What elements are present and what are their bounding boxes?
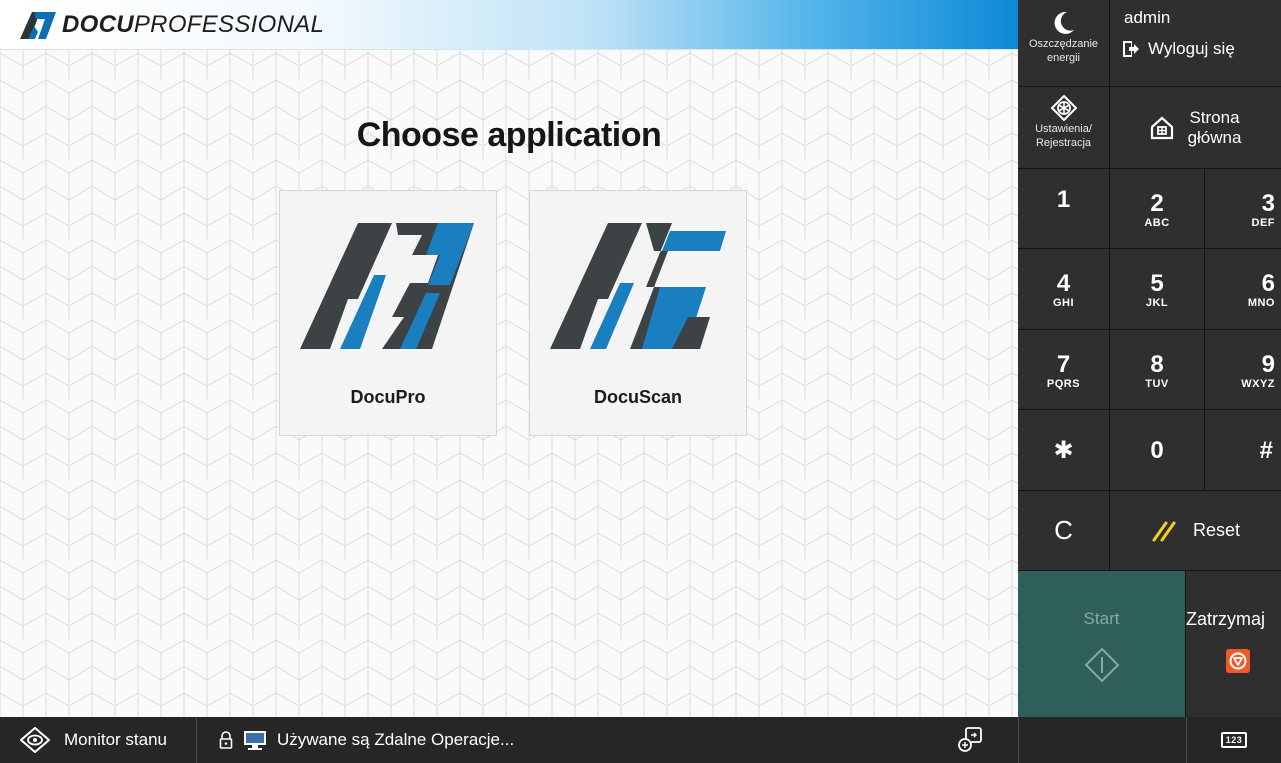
start-label: Start <box>1083 609 1120 628</box>
hex-cube-background-pattern <box>0 0 1018 717</box>
key-number: 9 <box>1261 351 1275 378</box>
key-number: 6 <box>1261 270 1275 297</box>
status-monitor-button[interactable]: Monitor stanu <box>0 717 197 763</box>
key-1[interactable]: 1 <box>1018 169 1110 249</box>
key-number: ✱ <box>1053 437 1074 464</box>
keypad-toggle-button[interactable]: 123 <box>1187 717 1281 763</box>
eye-diamond-icon <box>20 727 50 753</box>
status-message: Używane są Zdalne Operacje... <box>197 717 922 763</box>
reset-slash-icon <box>1152 521 1176 541</box>
home-button[interactable]: Strona główna <box>1110 87 1281 169</box>
status-bar: Monitor stanu Używane są Zdalne Operacje… <box>0 717 1281 763</box>
key-letters: JKL <box>1145 297 1169 309</box>
home-label-1: Strona <box>1189 107 1240 127</box>
settings-icon <box>1050 95 1077 121</box>
stop-icon <box>1226 649 1250 673</box>
keypad-icon: 123 <box>1220 732 1248 748</box>
brand-name: DOCUPROFESSIONAL <box>62 12 324 38</box>
key-letters: PQRS <box>1046 378 1081 390</box>
key-number: 3 <box>1261 190 1275 217</box>
key-letters: GHI <box>1052 297 1075 309</box>
logout-icon <box>1123 41 1139 57</box>
control-panel: Oszczędzanie energii admin Wyloguj się U… <box>1018 0 1281 717</box>
status-message-text: Używane są Zdalne Operacje... <box>277 730 515 749</box>
logout-label: Wyloguj się <box>1148 39 1235 58</box>
energy-saving-button[interactable]: Oszczędzanie energii <box>1018 0 1110 87</box>
key-4[interactable]: 4 GHI <box>1018 249 1110 330</box>
key-5[interactable]: 5 JKL <box>1110 249 1205 330</box>
key-letters: WXYZ <box>1241 378 1275 390</box>
app-tile-label: DocuScan <box>593 387 683 407</box>
key-number: 1 <box>1056 186 1071 213</box>
key-asterisk[interactable]: ✱ <box>1018 410 1110 491</box>
key-number: 0 <box>1150 437 1164 464</box>
stop-button[interactable]: Zatrzymaj <box>1186 571 1281 717</box>
key-9[interactable]: 9 WXYZ <box>1205 330 1281 410</box>
stop-label: Zatrzymaj <box>1186 609 1266 629</box>
reset-button[interactable]: Reset <box>1110 491 1281 571</box>
key-letters: TUV <box>1145 378 1169 390</box>
clear-button[interactable]: C <box>1018 491 1110 571</box>
page-title: Choose application <box>356 116 662 154</box>
user-box: admin Wyloguj się <box>1110 0 1281 87</box>
key-letters: DEF <box>1251 217 1275 229</box>
remote-screen-icon <box>244 731 266 750</box>
docuprofessional-logo-icon <box>20 12 56 39</box>
moon-icon <box>1054 11 1074 34</box>
brand-header: DOCUPROFESSIONAL <box>0 0 1018 50</box>
key-hash[interactable]: # <box>1205 410 1281 491</box>
key-number: 8 <box>1150 351 1164 378</box>
status-bar-divider <box>1018 717 1019 763</box>
reset-label: Reset <box>1192 520 1241 540</box>
home-icon <box>1150 116 1173 139</box>
key-3[interactable]: 3 DEF <box>1205 169 1281 249</box>
main-area: DOCUPROFESSIONAL Choose application Docu… <box>0 0 1018 717</box>
lock-icon <box>219 731 233 749</box>
brand-name-bold: DOCU <box>62 11 134 38</box>
key-6[interactable]: 6 MNO <box>1205 249 1281 330</box>
energy-saving-label-2: energii <box>1046 52 1081 64</box>
key-0[interactable]: 0 <box>1110 410 1205 491</box>
key-letters: ABC <box>1144 217 1170 229</box>
energy-saving-label-1: Oszczędzanie <box>1028 38 1099 50</box>
key-2[interactable]: 2 ABC <box>1110 169 1205 249</box>
settings-registration-button[interactable]: Ustawienia/ Rejestracja <box>1018 87 1110 169</box>
app-tile-docupro[interactable]: DocuPro <box>279 190 497 436</box>
settings-label-1: Ustawienia/ <box>1035 123 1092 135</box>
clear-label: C <box>1054 515 1073 545</box>
settings-label-2: Rejestracja <box>1035 137 1092 149</box>
key-8[interactable]: 8 TUV <box>1110 330 1205 410</box>
start-button[interactable]: Start <box>1018 571 1186 717</box>
docupro-logo-icon <box>300 223 474 349</box>
status-monitor-label: Monitor stanu <box>64 730 167 749</box>
remote-operation-button[interactable] <box>940 717 1000 763</box>
start-diamond-icon <box>1084 647 1119 683</box>
key-number: 5 <box>1150 270 1164 297</box>
brand-name-light: PROFESSIONAL <box>133 11 325 38</box>
home-label-2: główna <box>1187 127 1242 147</box>
key-number: 7 <box>1056 351 1071 378</box>
key-number: # <box>1259 437 1273 464</box>
key-number: 2 <box>1150 190 1164 217</box>
key-7[interactable]: 7 PQRS <box>1018 330 1110 410</box>
app-tile-docuscan[interactable]: DocuScan <box>529 190 747 436</box>
docuscan-logo-icon <box>550 223 726 349</box>
user-name: admin <box>1124 8 1171 27</box>
remote-operation-icon <box>958 727 982 752</box>
key-number: 4 <box>1056 270 1071 297</box>
key-letters: MNO <box>1247 297 1275 309</box>
logout-button[interactable]: Wyloguj się <box>1122 34 1235 64</box>
app-tile-label: DocuPro <box>350 387 426 407</box>
